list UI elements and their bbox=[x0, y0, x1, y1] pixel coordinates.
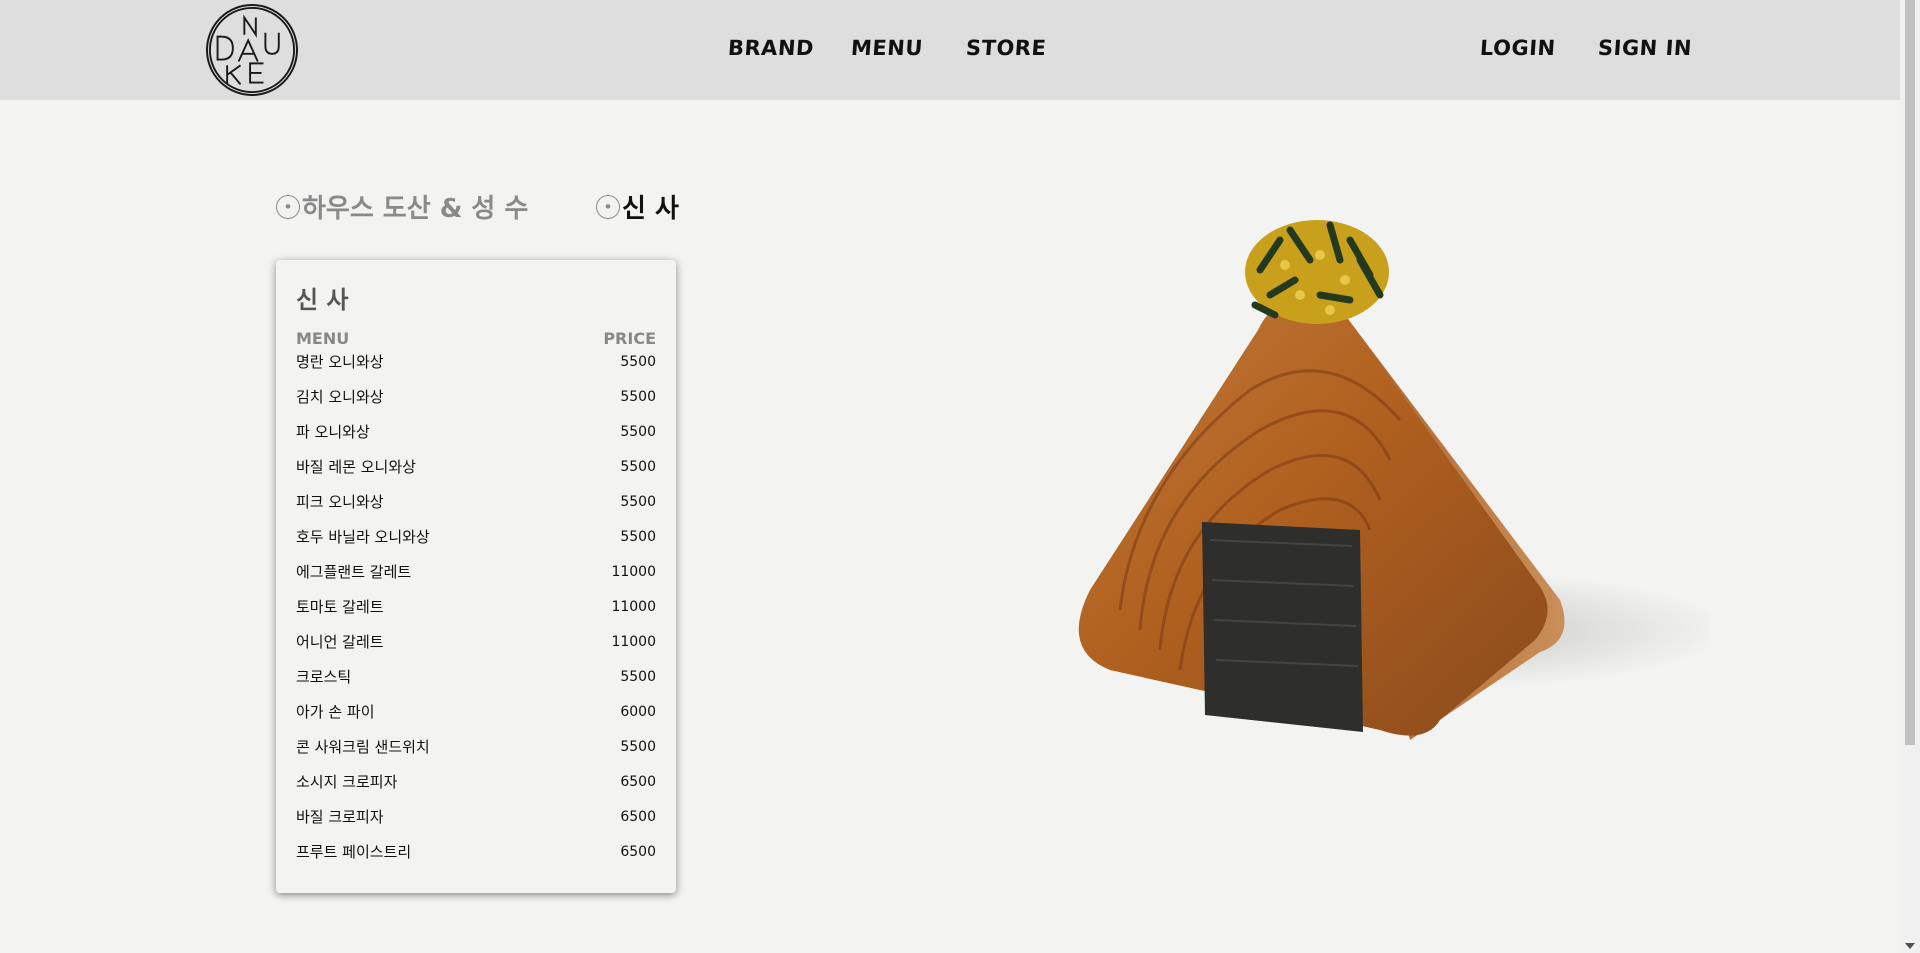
login-link[interactable]: LOGIN bbox=[1479, 36, 1556, 60]
menu-item-name: 크로스틱 bbox=[296, 668, 352, 686]
store-tab-label: 신 사 bbox=[622, 194, 679, 224]
menu-item-price: 5500 bbox=[620, 459, 656, 475]
menu-item-name: 토마토 갈레트 bbox=[296, 598, 384, 616]
menu-item-name: 바질 레몬 오니와상 bbox=[296, 458, 416, 476]
menu-item-price: 5500 bbox=[620, 494, 656, 510]
menu-item-row: 아가 손 파이 6000 bbox=[296, 702, 656, 737]
menu-item-name: 어니언 갈레트 bbox=[296, 633, 384, 651]
menu-item-row: 김치 오니와상 5500 bbox=[296, 387, 656, 422]
menu-item-row: 바질 크로피자 6500 bbox=[296, 807, 656, 842]
menu-item-name: 프루트 페이스트리 bbox=[296, 843, 412, 861]
nav-store-link[interactable]: STORE bbox=[965, 36, 1047, 60]
nav-menu-link[interactable]: MENU bbox=[850, 36, 924, 60]
product-image bbox=[1078, 220, 1710, 740]
menu-item-row: 소시지 크로피자 6500 bbox=[296, 772, 656, 807]
menu-item-price: 5500 bbox=[620, 389, 656, 405]
menu-item-name: 에그플랜트 갈레트 bbox=[296, 563, 412, 581]
scroll-down-arrow-icon[interactable] bbox=[1905, 943, 1915, 949]
menu-item-price: 11000 bbox=[611, 634, 656, 650]
nav-brand-link[interactable]: BRAND bbox=[727, 36, 815, 60]
menu-item-name: 콘 사워크림 샌드위치 bbox=[296, 738, 430, 756]
menu-item-price: 6500 bbox=[620, 809, 656, 825]
sign-in-link[interactable]: SIGN IN bbox=[1597, 36, 1693, 60]
store-tab-label: 하우스 도산 & 성 수 bbox=[302, 194, 529, 224]
menu-card: 신 사 MENU PRICE 명란 오니와상 5500 김치 오니와상 5500 파 오… bbox=[276, 260, 676, 893]
menu-item-row: 크로스틱 5500 bbox=[296, 667, 656, 702]
menu-item-row: 호두 바닐라 오니와상 5500 bbox=[296, 527, 656, 562]
menu-item-name: 아가 손 파이 bbox=[296, 703, 375, 721]
menu-item-row: 명란 오니와상 5500 bbox=[296, 352, 656, 387]
menu-item-price: 6500 bbox=[620, 844, 656, 860]
menu-item-name: 파 오니와상 bbox=[296, 423, 370, 441]
menu-list: 명란 오니와상 5500 김치 오니와상 5500 파 오니와상 5500 바질 레몬 오니… bbox=[296, 352, 656, 877]
menu-item-row: 어니언 갈레트 11000 bbox=[296, 632, 656, 667]
menu-item-row: 파 오니와상 5500 bbox=[296, 422, 656, 457]
menu-item-row: 에그플랜트 갈레트 11000 bbox=[296, 562, 656, 597]
menu-item-price: 6500 bbox=[620, 774, 656, 790]
store-tab-sinsa[interactable]: ● 신 사 bbox=[596, 188, 679, 225]
menu-item-price: 5500 bbox=[620, 739, 656, 755]
menu-item-price: 11000 bbox=[611, 564, 656, 580]
menu-item-name: 명란 오니와상 bbox=[296, 353, 384, 371]
menu-item-price: 5500 bbox=[620, 354, 656, 370]
menu-item-name: 김치 오니와상 bbox=[296, 388, 384, 406]
store-tab-dosan-seongsu[interactable]: ● 하우스 도산 & 성 수 bbox=[276, 188, 528, 225]
menu-item-row: 프루트 페이스트리 6500 bbox=[296, 842, 656, 877]
menu-item-price: 11000 bbox=[611, 599, 656, 615]
menu-item-name: 바질 크로피자 bbox=[296, 808, 384, 826]
site-header: BRAND MENU STORE LOGIN SIGN IN bbox=[0, 0, 1900, 100]
menu-column-header: MENU bbox=[296, 329, 350, 348]
vertical-scrollbar[interactable] bbox=[1900, 0, 1920, 953]
menu-card-title: 신 사 bbox=[296, 286, 349, 314]
menu-item-row: 콘 사워크림 샌드위치 5500 bbox=[296, 737, 656, 772]
menu-item-name: 피크 오니와상 bbox=[296, 493, 384, 511]
menu-item-name: 소시지 크로피자 bbox=[296, 773, 398, 791]
brand-badge-icon: ● bbox=[276, 194, 300, 219]
menu-item-price: 5500 bbox=[620, 424, 656, 440]
brand-badge-icon: ● bbox=[596, 194, 620, 219]
menu-item-price: 5500 bbox=[620, 529, 656, 545]
menu-item-row: 바질 레몬 오니와상 5500 bbox=[296, 457, 656, 492]
menu-item-price: 5500 bbox=[620, 669, 656, 685]
brand-logo[interactable] bbox=[206, 4, 298, 96]
menu-item-row: 피크 오니와상 5500 bbox=[296, 492, 656, 527]
price-column-header: PRICE bbox=[603, 329, 656, 348]
scrollbar-thumb[interactable] bbox=[1905, 0, 1915, 745]
menu-card-header: MENU PRICE bbox=[296, 329, 656, 348]
menu-item-price: 6000 bbox=[620, 704, 656, 720]
menu-item-name: 호두 바닐라 오니와상 bbox=[296, 528, 430, 546]
menu-item-row: 토마토 갈레트 11000 bbox=[296, 597, 656, 632]
